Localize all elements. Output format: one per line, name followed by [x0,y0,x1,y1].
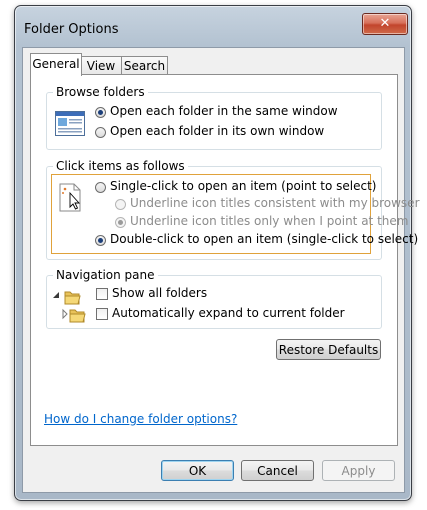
browse-window-icon [55,111,85,136]
ok-button[interactable]: OK [161,460,234,481]
click-items-title: Click items as follows [53,159,188,173]
radio-underline-point[interactable] [115,217,126,228]
label-underline-point: Underline icon titles only when I point … [130,214,409,228]
apply-button[interactable]: Apply [322,460,395,481]
radio-underline-browser[interactable] [115,199,126,210]
label-underline-browser: Underline icon titles consistent with my… [130,196,420,210]
radio-own-window[interactable] [95,127,106,138]
checkbox-auto-expand[interactable] [96,308,108,320]
radio-double-click[interactable] [95,235,106,246]
navigation-pane-group: Navigation pane [46,268,382,329]
pointer-document-icon [59,183,81,212]
close-button[interactable]: ✕ [362,13,408,35]
collapsed-folder-icon [62,308,86,323]
tab-search[interactable]: Search [121,56,168,75]
navigation-pane-title: Navigation pane [53,268,158,282]
label-double-click[interactable]: Double-click to open an item (single-cli… [110,232,418,246]
expanded-folder-icon [53,291,81,305]
label-same-window[interactable]: Open each folder in the same window [110,104,338,118]
tab-general-label: General [32,57,80,71]
help-link[interactable]: How do I change folder options? [44,412,237,426]
tab-search-label: Search [123,59,166,73]
label-own-window[interactable]: Open each folder in its own window [110,124,324,138]
browse-folders-title: Browse folders [53,85,148,99]
cancel-button[interactable]: Cancel [241,460,314,481]
close-icon: ✕ [379,16,391,31]
label-show-all-folders[interactable]: Show all folders [112,286,207,300]
checkbox-show-all-folders[interactable] [96,288,108,300]
label-auto-expand[interactable]: Automatically expand to current folder [112,306,345,320]
browse-folders-group: Browse folders [46,85,382,150]
tab-view-label: View [86,59,116,73]
tab-view[interactable]: View [80,56,122,75]
radio-single-click[interactable] [95,182,106,193]
label-single-click[interactable]: Single-click to open an item (point to s… [110,179,376,193]
restore-defaults-button[interactable]: Restore Defaults [276,339,381,360]
tab-general[interactable]: General [30,53,82,76]
window-title: Folder Options [24,22,119,37]
radio-same-window[interactable] [95,107,106,118]
